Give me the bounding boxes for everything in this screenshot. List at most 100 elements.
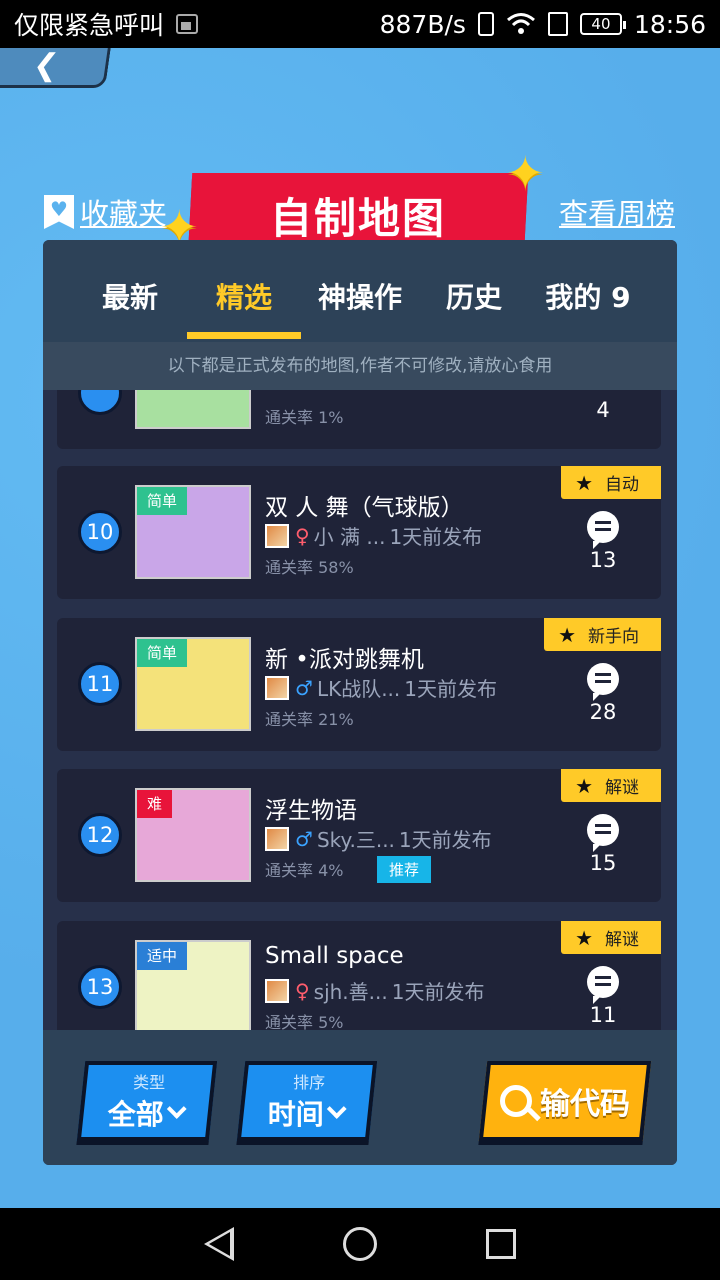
author-name: sjh.善...: [313, 980, 388, 1004]
map-thumbnail: 简单: [135, 485, 251, 579]
star-icon: ★: [558, 622, 576, 647]
map-thumbnail: 难: [135, 788, 251, 882]
tag-label: 自动: [605, 475, 639, 495]
tab-bar: 最新 精选 神操作 历史 我的 9: [43, 240, 677, 342]
pass-rate: 通关率 58%: [265, 558, 354, 577]
weekly-ranking-link[interactable]: 查看周榜: [559, 191, 675, 233]
network-speed: 887B/s: [379, 9, 466, 39]
difficulty-badge: 简单: [137, 639, 188, 667]
battery-icon: 40: [579, 13, 626, 35]
tab-skill[interactable]: 神操作: [305, 276, 415, 316]
list-item[interactable]: 11 简单 新 •派对跳舞机 ♂ LK战队... 1天前发布 通关率 21% ★…: [57, 618, 661, 751]
avatar: [265, 675, 289, 700]
favorites-label: 收藏夹: [80, 197, 168, 231]
category-tag: ★ 自动: [561, 466, 661, 499]
type-value: 全部: [107, 1098, 164, 1131]
list-item[interactable]: 通关率 1% 4: [57, 390, 661, 449]
list-item[interactable]: 12 难 浮生物语 ♂ Sky.三... 1天前发布 通关率 4% 推荐 ★ 解谜…: [57, 769, 661, 902]
tab-history[interactable]: 历史: [419, 276, 529, 316]
pass-rate: 通关率 1%: [265, 408, 344, 427]
difficulty-badge: 难: [137, 790, 173, 818]
author-line: ♂ LK战队... 1天前发布: [265, 673, 497, 702]
rank-badge: [78, 390, 122, 415]
male-icon: ♂: [295, 826, 313, 851]
game-screen: ❮ 收藏夹 自制地图 ✦ ✦ 查看周榜 最新 精选 神操作 历史 我的 9 以下…: [0, 48, 720, 1208]
avatar: [265, 978, 289, 1003]
carrier-text: 仅限紧急呼叫: [14, 11, 165, 40]
publish-time: 1天前发布: [398, 828, 492, 852]
difficulty-badge: 简单: [137, 487, 188, 515]
map-title: Small space: [265, 943, 404, 969]
author-line: ♀ sjh.善... 1天前发布: [265, 976, 484, 1005]
clock: 18:56: [633, 9, 706, 39]
tag-label: 新手向: [588, 627, 639, 647]
avatar: [265, 523, 289, 548]
comment-count: 15: [589, 851, 617, 875]
nav-back-icon[interactable]: [204, 1227, 235, 1261]
rank-badge: 10: [78, 510, 122, 554]
star-icon: ★: [575, 925, 593, 950]
sort-button[interactable]: 排序 时间: [236, 1061, 378, 1141]
comment-count: 13: [589, 548, 617, 572]
bottom-toolbar: 类型 全部 排序 时间 输代码: [43, 1030, 677, 1165]
status-bar: 仅限紧急呼叫 887B/s 40 18:56: [0, 0, 720, 48]
navigation-bar: [0, 1208, 720, 1280]
map-thumbnail: [135, 390, 251, 429]
comment-icon[interactable]: [587, 511, 619, 549]
rank-badge: 13: [78, 965, 122, 1009]
back-button[interactable]: ❮: [0, 48, 111, 88]
tag-label: 解谜: [605, 778, 639, 798]
rank-badge: 12: [78, 813, 122, 857]
comment-count: 4: [596, 398, 610, 422]
star-icon: ★: [575, 773, 593, 798]
pass-rate: 通关率 5%: [265, 1013, 344, 1030]
tab-featured[interactable]: 精选: [189, 276, 299, 316]
publish-time: 1天前发布: [391, 980, 485, 1004]
map-title: 新 •派对跳舞机: [265, 647, 424, 673]
publish-time: 1天前发布: [404, 677, 498, 701]
category-tag: ★ 解谜: [561, 769, 661, 802]
comment-icon[interactable]: [587, 966, 619, 1004]
wifi-icon: [506, 13, 535, 34]
comment-icon[interactable]: [587, 663, 619, 701]
favorites-link[interactable]: 收藏夹: [44, 191, 167, 233]
list-item[interactable]: 13 适中 Small space ♀ sjh.善... 1天前发布 通关率 5…: [57, 921, 661, 1030]
image-notification-icon: [176, 14, 199, 34]
active-tab-indicator: [187, 332, 301, 339]
type-filter-button[interactable]: 类型 全部: [76, 1061, 218, 1141]
comment-count: 11: [589, 1003, 617, 1027]
bookmark-heart-icon: [44, 195, 74, 229]
female-icon: ♀: [295, 523, 310, 548]
tab-latest[interactable]: 最新: [75, 276, 185, 316]
notice-text: 以下都是正式发布的地图,作者不可修改,请放心食用: [43, 342, 677, 390]
vibrate-icon: [477, 12, 494, 36]
difficulty-badge: 适中: [137, 942, 188, 970]
map-list[interactable]: 通关率 1% 4 10 简单 双 人 舞（气球版） ♀ 小 满 ... 1天前发…: [43, 390, 677, 1030]
list-item[interactable]: 10 简单 双 人 舞（气球版） ♀ 小 满 ... 1天前发布 通关率 58%…: [57, 466, 661, 599]
sim-icon: [547, 12, 568, 36]
nav-home-icon[interactable]: [342, 1227, 377, 1261]
pass-rate: 通关率 4%: [265, 861, 344, 880]
author-name: LK战队...: [316, 677, 401, 701]
search-icon: [500, 1085, 532, 1117]
map-title: 浮生物语: [265, 798, 357, 824]
star-icon: ★: [575, 470, 593, 495]
map-thumbnail: 适中: [135, 940, 251, 1030]
recommend-badge: 推荐: [377, 856, 432, 883]
chevron-down-icon: [166, 1099, 187, 1119]
tag-label: 解谜: [605, 930, 639, 950]
back-arrow-icon: ❮: [30, 48, 61, 83]
category-tag: ★ 解谜: [561, 921, 661, 954]
sparkle-star-icon: ✦: [506, 146, 545, 200]
nav-recents-icon[interactable]: [485, 1229, 516, 1259]
tab-mine[interactable]: 我的 9: [533, 276, 643, 316]
rank-badge: 11: [78, 662, 122, 706]
comment-icon[interactable]: [587, 814, 619, 852]
author-line: ♂ Sky.三... 1天前发布: [265, 824, 492, 853]
sort-value: 时间: [267, 1098, 324, 1131]
publish-time: 1天前发布: [389, 525, 483, 549]
map-thumbnail: 简单: [135, 637, 251, 731]
comment-count: 28: [589, 700, 617, 724]
enter-code-button[interactable]: 输代码: [478, 1061, 652, 1141]
author-name: 小 满 ...: [313, 525, 386, 549]
